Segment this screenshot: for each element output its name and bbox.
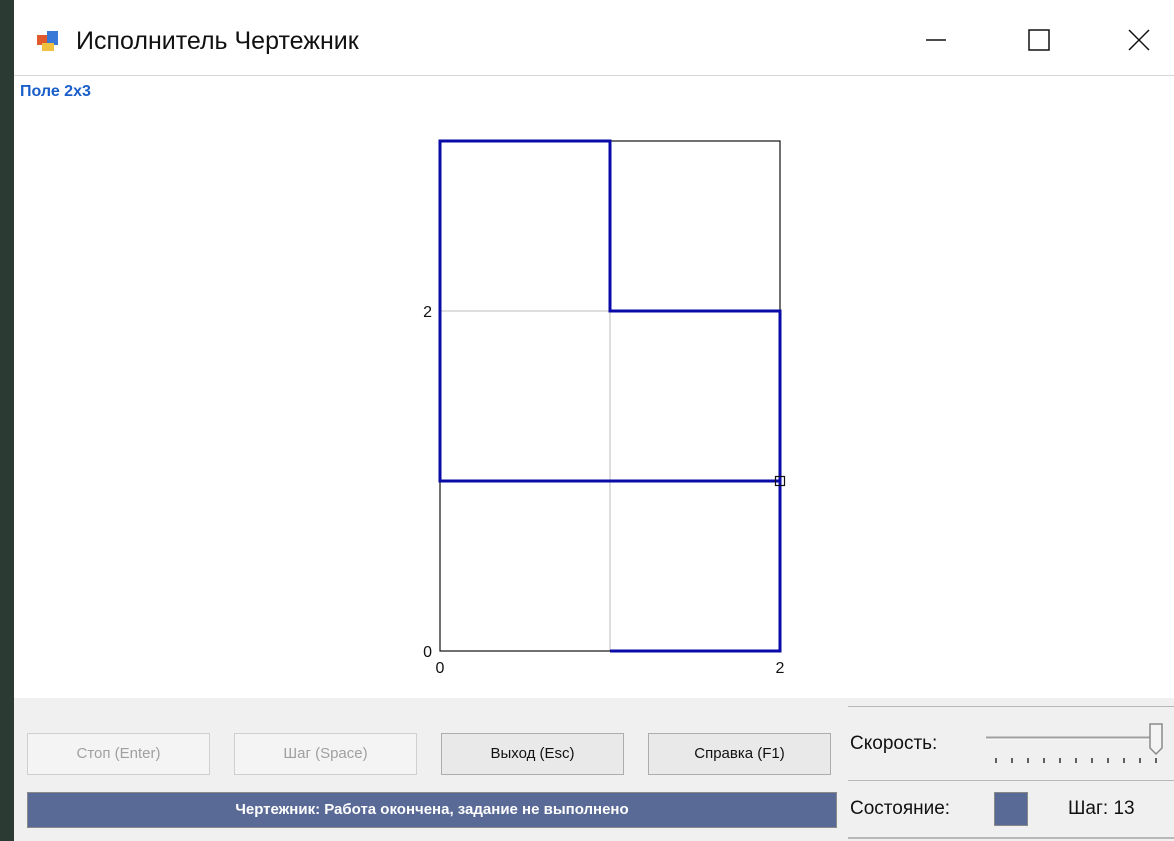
slider-ticks [995,758,1157,763]
exit-button[interactable]: Выход (Esc) [441,733,624,775]
help-button[interactable]: Справка (F1) [648,733,831,775]
divider [848,780,1174,781]
speed-label: Скорость: [850,733,938,754]
maximize-icon[interactable] [1014,20,1064,60]
divider [848,837,1174,839]
app-window: Исполнитель Чертежник Поле 2x3 0 2 0 2 Стоп… [14,0,1174,841]
y-tick-label: 0 [423,644,432,661]
state-label: Состояние: [850,798,951,819]
stop-button[interactable]: Стоп (Enter) [27,733,210,775]
drawing-field: 0 2 0 2 [14,114,1174,698]
app-icon [37,31,58,51]
label-layer: 0 2 0 2 [423,304,784,677]
x-tick-label: 2 [776,660,785,677]
step-counter: Шаг: 13 [1068,798,1135,819]
path-layer [438,139,786,653]
speed-slider[interactable] [984,718,1174,778]
minimize-icon[interactable] [911,20,961,60]
close-icon[interactable] [1114,20,1164,60]
step-button[interactable]: Шаг (Space) [234,733,417,775]
menu-item-field[interactable]: Поле 2x3 [20,83,91,101]
y-tick-label: 2 [423,304,432,321]
state-indicator [994,792,1028,826]
field-svg: 0 2 0 2 [423,139,786,677]
divider [848,706,1174,707]
menu-bar: Поле 2x3 [14,75,1174,115]
window-title: Исполнитель Чертежник [76,27,359,55]
x-tick-label: 0 [436,660,445,677]
status-message: Чертежник: Работа окончена, задание не в… [27,792,837,828]
title-bar[interactable]: Исполнитель Чертежник [14,0,1174,75]
slider-thumb[interactable] [1149,723,1163,756]
